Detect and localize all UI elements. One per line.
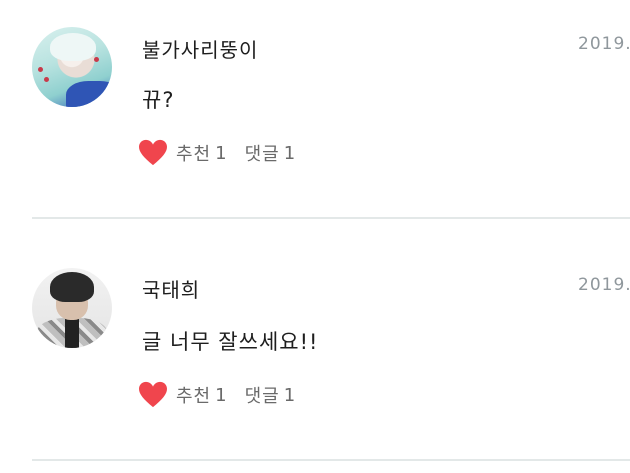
comment-text: 글 너무 잘쓰세요!!	[142, 330, 319, 354]
heart-icon[interactable]	[138, 139, 168, 167]
avatar-hair	[50, 272, 94, 302]
like-count: 1	[215, 142, 227, 164]
reply-count: 1	[283, 142, 296, 164]
comment-text: 뀨?	[142, 88, 175, 112]
like-label[interactable]: 추천	[176, 140, 211, 166]
comment-username[interactable]: 국태희	[142, 274, 200, 303]
avatar-hair	[50, 33, 96, 61]
like-count: 1	[215, 384, 227, 406]
comment-item: 국태희 2019. 글 너무 잘쓰세요!! 추천 1 댓글 1	[0, 242, 630, 462]
comment-actions: 추천 1 댓글 1	[138, 138, 295, 168]
comment-item: 불가사리뚱이 2019. 뀨? 추천 1 댓글 1	[0, 0, 630, 220]
reply-count: 1	[283, 384, 296, 406]
avatar[interactable]	[32, 268, 112, 348]
avatar-decoration	[38, 67, 43, 72]
comment-date: 2019.	[578, 34, 630, 54]
comment-actions: 추천 1 댓글 1	[138, 380, 295, 410]
comment-date: 2019.	[578, 275, 630, 295]
like-label[interactable]: 추천	[176, 382, 211, 408]
comment-username[interactable]: 불가사리뚱이	[142, 34, 258, 63]
avatar-collar	[65, 318, 79, 348]
heart-icon[interactable]	[138, 381, 168, 409]
reply-label[interactable]: 댓글	[245, 140, 280, 166]
avatar[interactable]	[32, 27, 112, 107]
divider	[32, 459, 630, 461]
reply-label[interactable]: 댓글	[245, 382, 280, 408]
avatar-shirt	[66, 81, 112, 107]
avatar-decoration	[94, 57, 99, 62]
divider	[32, 217, 630, 219]
avatar-decoration	[44, 77, 49, 82]
